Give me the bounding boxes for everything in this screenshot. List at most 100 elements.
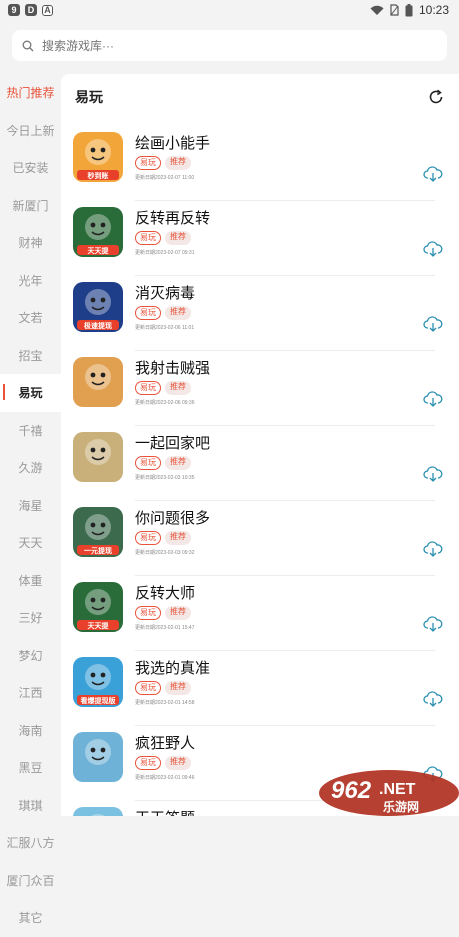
source-tag: 易玩	[135, 156, 161, 170]
sidebar-item[interactable]: 体重	[0, 562, 61, 600]
app-notification-icon: A	[42, 5, 53, 16]
game-row[interactable]: 极速提现消灭病毒易玩推荐更新日期2023-02-06 11:01	[61, 276, 459, 351]
game-icon-label: 一元提现	[84, 546, 112, 555]
game-row[interactable]: 一元提现 你问题很多易玩推荐更新日期2023-02-03 09:32	[61, 501, 459, 576]
game-icon[interactable]: 一元提现	[73, 507, 123, 557]
game-row[interactable]: 我射击贼强易玩推荐更新日期2023-02-06 09:36	[61, 351, 459, 426]
update-date: 更新日期2023-02-07 11:00	[135, 174, 194, 181]
sidebar-item[interactable]: 文若	[0, 299, 61, 337]
game-tags: 易玩推荐	[135, 531, 191, 545]
download-icon[interactable]	[423, 390, 443, 408]
download-icon[interactable]	[423, 315, 443, 333]
recommend-tag: 推荐	[165, 231, 191, 245]
watermark-logo: 962 .NET 乐游网	[319, 770, 459, 816]
game-title[interactable]: 你问题很多	[135, 507, 210, 528]
search-bar[interactable]	[12, 30, 447, 61]
clock: 10:23	[419, 3, 449, 17]
svg-text:962: 962	[331, 777, 372, 804]
game-tags: 易玩推荐	[135, 456, 191, 470]
game-title[interactable]: 绘画小能手	[135, 132, 210, 153]
sidebar-item[interactable]: 财神	[0, 224, 61, 262]
sidebar-item[interactable]: 光年	[0, 262, 61, 300]
wifi-icon	[370, 5, 384, 16]
game-icon-label: 极速提现	[84, 321, 112, 330]
download-icon[interactable]	[423, 615, 443, 633]
game-icon-label: 天天提	[88, 621, 110, 630]
sidebar-item[interactable]: 其它	[0, 899, 61, 937]
source-tag: 易玩	[135, 531, 161, 545]
game-tags: 易玩推荐	[135, 606, 191, 620]
download-icon[interactable]	[423, 240, 443, 258]
game-title[interactable]: 疯狂野人	[135, 732, 195, 753]
sidebar-item[interactable]: 热门推荐	[0, 74, 61, 112]
game-tags: 易玩推荐	[135, 381, 191, 395]
game-icon[interactable]	[73, 432, 123, 482]
game-row[interactable]: 天天提反转再反转易玩推荐更新日期2023-02-07 09:31	[61, 201, 459, 276]
game-title[interactable]: 反转再反转	[135, 207, 210, 228]
game-title[interactable]: 我射击贼强	[135, 357, 210, 378]
sidebar-item[interactable]: 黑豆	[0, 749, 61, 787]
sidebar-item[interactable]: 今日上新	[0, 112, 61, 150]
sidebar-item[interactable]: 江西	[0, 674, 61, 712]
game-title[interactable]: 反转大师	[135, 582, 195, 603]
game-icon[interactable]	[73, 357, 123, 407]
game-icon-label: 秒到账	[88, 171, 109, 180]
update-date: 更新日期2023-02-06 09:36	[135, 399, 194, 406]
game-title[interactable]: 消灭病毒	[135, 282, 195, 303]
recommend-tag: 推荐	[165, 681, 191, 695]
update-date: 更新日期2023-02-03 09:32	[135, 549, 194, 556]
sidebar-item[interactable]: 久游	[0, 449, 61, 487]
recommend-tag: 推荐	[165, 531, 191, 545]
sidebar-item[interactable]: 琪琪	[0, 787, 61, 825]
game-icon[interactable]: 极速提现	[73, 282, 123, 332]
recommend-tag: 推荐	[165, 156, 191, 170]
source-tag: 易玩	[135, 306, 161, 320]
update-date: 更新日期2023-02-01 14:58	[135, 699, 194, 706]
game-row[interactable]: 天天提 反转大师易玩推荐更新日期2023-02-01 15:47	[61, 576, 459, 651]
sidebar-item[interactable]: 厦门众百	[0, 862, 61, 900]
status-notifications: 9 D A	[8, 4, 53, 16]
download-icon[interactable]	[423, 165, 443, 183]
svg-text:乐游网: 乐游网	[383, 799, 419, 814]
sidebar-item[interactable]: 海星	[0, 487, 61, 525]
update-date: 更新日期2023-02-01 15:47	[135, 624, 194, 631]
game-icon[interactable]	[73, 807, 123, 816]
sidebar-item[interactable]: 千禧	[0, 412, 61, 450]
game-icon[interactable]: 天天提	[73, 582, 123, 632]
search-input[interactable]	[42, 39, 402, 53]
game-list-panel: 易玩 秒到账绘画小能手易玩推荐更新日期2023-02-07 11:00天天提反转…	[61, 74, 459, 816]
game-title[interactable]: 天天答题	[135, 807, 195, 816]
game-icon-label: 看爆提现版	[81, 696, 116, 705]
game-icon[interactable]: 天天提	[73, 207, 123, 257]
sidebar-item[interactable]: 易玩	[0, 374, 61, 412]
source-tag: 易玩	[135, 456, 161, 470]
sidebar-item[interactable]: 梦幻	[0, 637, 61, 675]
sidebar-item[interactable]: 新厦门	[0, 187, 61, 225]
game-icon-label: 天天提	[88, 246, 110, 255]
download-icon[interactable]	[423, 465, 443, 483]
sidebar-item[interactable]: 已安装	[0, 149, 61, 187]
game-tags: 易玩推荐	[135, 231, 191, 245]
sidebar-item[interactable]: 海南	[0, 712, 61, 750]
game-tags: 易玩推荐	[135, 306, 191, 320]
update-date: 更新日期2023-02-03 10:35	[135, 474, 194, 481]
game-title[interactable]: 我选的真准	[135, 657, 210, 678]
status-bar: 9 D A 10:23	[0, 0, 459, 20]
game-row[interactable]: 一起回家吧易玩推荐更新日期2023-02-03 10:35	[61, 426, 459, 501]
game-row[interactable]: 秒到账 绘画小能手易玩推荐更新日期2023-02-07 11:00	[61, 126, 459, 201]
game-icon[interactable]	[73, 732, 123, 782]
game-icon[interactable]: 秒到账	[73, 132, 123, 182]
source-tag: 易玩	[135, 681, 161, 695]
refresh-icon[interactable]	[427, 88, 445, 106]
sidebar-item[interactable]: 招宝	[0, 337, 61, 375]
recommend-tag: 推荐	[165, 756, 191, 770]
game-title[interactable]: 一起回家吧	[135, 432, 210, 453]
game-row[interactable]: 看爆提现版 我选的真准易玩推荐更新日期2023-02-01 14:58	[61, 651, 459, 726]
sidebar-item[interactable]: 天天	[0, 524, 61, 562]
sidebar-item[interactable]: 汇服八方	[0, 824, 61, 862]
sidebar-item[interactable]: 三好	[0, 599, 61, 637]
game-icon[interactable]: 看爆提现版	[73, 657, 123, 707]
download-icon[interactable]	[423, 690, 443, 708]
recommend-tag: 推荐	[165, 456, 191, 470]
download-icon[interactable]	[423, 540, 443, 558]
